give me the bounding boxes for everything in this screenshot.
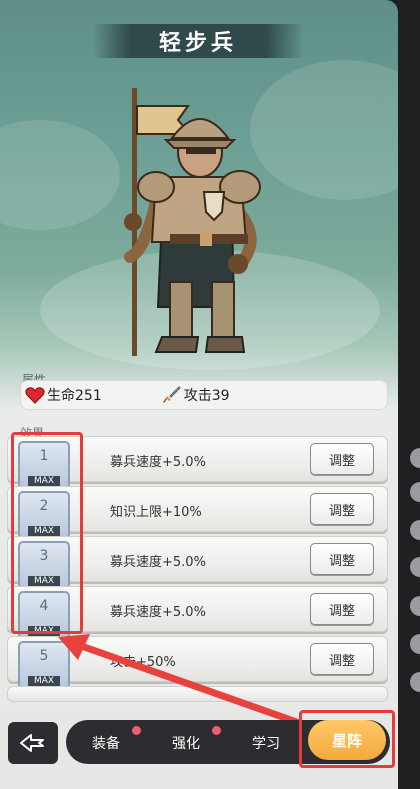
hp-value: 生命251 (47, 388, 102, 404)
back-icon (20, 734, 44, 752)
adjust-button[interactable]: 调整 (310, 493, 374, 525)
attack-stat: 攻击39 (162, 385, 230, 405)
hp-stat: 生命251 (25, 385, 102, 405)
highlight-box-star-tab (299, 710, 395, 768)
effect-text: 募兵速度+5.0% (110, 555, 206, 570)
title-banner: 轻步兵 (92, 24, 304, 58)
effect-text: 知识上限+10% (110, 505, 202, 520)
background-window-strip (398, 0, 420, 789)
unit-title: 轻步兵 (158, 31, 237, 56)
highlight-box-badges (11, 432, 83, 634)
stats-bar: 生命251 攻击39 (20, 380, 388, 410)
notification-dot (132, 726, 141, 735)
adjust-button[interactable]: 调整 (310, 543, 374, 575)
heart-icon (25, 387, 45, 404)
effect-text: 募兵速度+5.0% (110, 455, 206, 470)
notification-dot (212, 726, 221, 735)
effect-text: 募兵速度+5.0% (110, 605, 206, 620)
sword-icon (162, 386, 181, 403)
bg-cloud (0, 120, 120, 230)
tab-learn[interactable]: 学习 (252, 733, 280, 753)
attack-value: 攻击39 (183, 388, 230, 404)
soldier-illustration (124, 88, 261, 356)
tab-equip[interactable]: 装备 (92, 733, 120, 753)
tab-enhance[interactable]: 强化 (172, 733, 200, 753)
adjust-button[interactable]: 调整 (310, 593, 374, 625)
back-button[interactable] (8, 722, 58, 764)
adjust-button[interactable]: 调整 (310, 443, 374, 475)
